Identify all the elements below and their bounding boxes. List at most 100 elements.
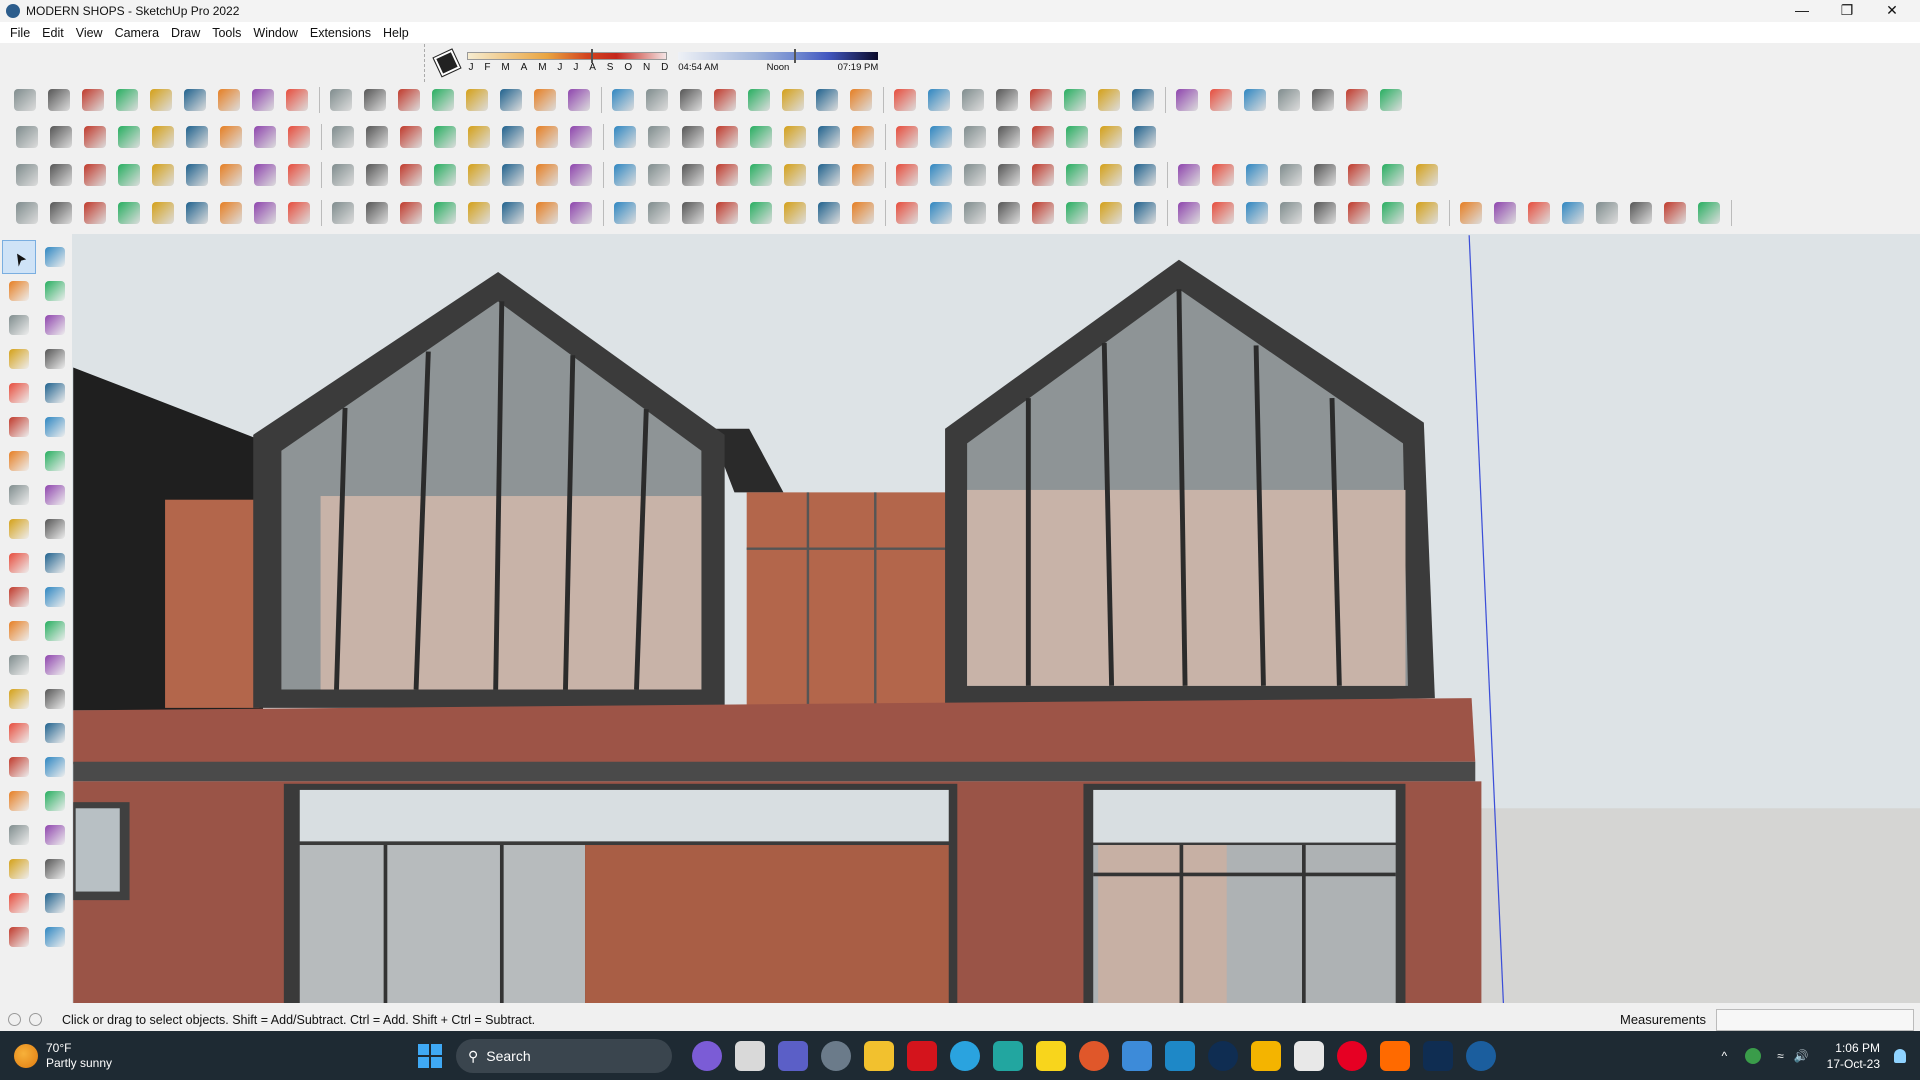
row3-tool-2-icon[interactable]	[78, 158, 112, 192]
row4-tool-1-icon[interactable]	[44, 196, 78, 230]
row3-tool-20-icon[interactable]	[642, 158, 676, 192]
row2-tool-19-icon[interactable]	[608, 120, 642, 154]
row1-tool-25-icon[interactable]	[810, 83, 844, 117]
time-slider-thumb[interactable]	[794, 49, 797, 63]
row2-tool-4-icon[interactable]	[146, 120, 180, 154]
row4-tool-53-icon[interactable]	[1692, 196, 1726, 230]
row3-tool-21-icon[interactable]	[676, 158, 710, 192]
row1-tool-14-icon[interactable]	[460, 83, 494, 117]
row4-tool-43-icon[interactable]	[1376, 196, 1410, 230]
zoom-extents-tool-icon[interactable]	[2, 784, 36, 818]
row2-tool-13-icon[interactable]	[428, 120, 462, 154]
row3-tool-32-icon[interactable]	[1026, 158, 1060, 192]
rotated-rectangle-tool-icon[interactable]	[38, 376, 72, 410]
row4-tool-22-icon[interactable]	[710, 196, 744, 230]
sandbox-3-tool-icon[interactable]	[2, 920, 36, 954]
row4-tool-0-icon[interactable]	[10, 196, 44, 230]
clock[interactable]: 1:06 PM 17-Oct-23	[1827, 1040, 1880, 1072]
start-button[interactable]	[418, 1044, 442, 1068]
row1-tool-10-icon[interactable]	[324, 83, 358, 117]
row3-tool-40-icon[interactable]	[1274, 158, 1308, 192]
row1-tool-37-icon[interactable]	[1170, 83, 1204, 117]
tape-measure-tool-icon[interactable]	[2, 614, 36, 648]
rotate-tool-icon[interactable]	[2, 546, 36, 580]
row2-tool-6-icon[interactable]	[214, 120, 248, 154]
row3-tool-12-icon[interactable]	[394, 158, 428, 192]
row4-tool-47-icon[interactable]	[1488, 196, 1522, 230]
row3-tool-23-icon[interactable]	[744, 158, 778, 192]
menu-camera[interactable]: Camera	[109, 26, 165, 40]
row4-tool-26-icon[interactable]	[846, 196, 880, 230]
row4-tool-35-icon[interactable]	[1128, 196, 1162, 230]
telegram-taskbar-icon[interactable]	[950, 1041, 980, 1071]
row4-tool-25-icon[interactable]	[812, 196, 846, 230]
file-explorer-taskbar-icon[interactable]	[864, 1041, 894, 1071]
row3-tool-43-icon[interactable]	[1376, 158, 1410, 192]
row4-tool-50-icon[interactable]	[1590, 196, 1624, 230]
row3-tool-44-icon[interactable]	[1410, 158, 1444, 192]
position-camera-tool-icon[interactable]	[2, 818, 36, 852]
walk-tool-icon[interactable]	[2, 852, 36, 886]
row4-tool-15-icon[interactable]	[496, 196, 530, 230]
row4-tool-7-icon[interactable]	[248, 196, 282, 230]
row4-tool-23-icon[interactable]	[744, 196, 778, 230]
time-slider[interactable]: 04:54 AM Noon 07:19 PM	[678, 46, 879, 80]
row3-tool-15-icon[interactable]	[496, 158, 530, 192]
row4-tool-6-icon[interactable]	[214, 196, 248, 230]
row1-tool-31-icon[interactable]	[990, 83, 1024, 117]
menu-help[interactable]: Help	[377, 26, 415, 40]
row1-tool-26-icon[interactable]	[844, 83, 878, 117]
row2-tool-17-icon[interactable]	[564, 120, 598, 154]
taskbar-search[interactable]: ⚲ Search	[456, 1039, 672, 1073]
row1-tool-34-icon[interactable]	[1092, 83, 1126, 117]
row4-tool-42-icon[interactable]	[1342, 196, 1376, 230]
sandbox-1-tool-icon[interactable]	[2, 886, 36, 920]
polygon-tool-icon[interactable]	[38, 410, 72, 444]
row1-tool-15-icon[interactable]	[494, 83, 528, 117]
date-slider-thumb[interactable]	[590, 49, 593, 63]
row2-tool-14-icon[interactable]	[462, 120, 496, 154]
soundcloud-taskbar-icon[interactable]	[1380, 1041, 1410, 1071]
row3-tool-1-icon[interactable]	[44, 158, 78, 192]
drive-taskbar-icon[interactable]	[1251, 1041, 1281, 1071]
network-app-icon[interactable]	[1745, 1047, 1762, 1064]
row4-tool-13-icon[interactable]	[428, 196, 462, 230]
row1-tool-21-icon[interactable]	[674, 83, 708, 117]
row2-tool-26-icon[interactable]	[846, 120, 880, 154]
row3-tool-24-icon[interactable]	[778, 158, 812, 192]
row3-tool-35-icon[interactable]	[1128, 158, 1162, 192]
row3-tool-25-icon[interactable]	[812, 158, 846, 192]
row1-tool-32-icon[interactable]	[1024, 83, 1058, 117]
row4-tool-46-icon[interactable]	[1454, 196, 1488, 230]
row4-tool-39-icon[interactable]	[1240, 196, 1274, 230]
row1-tool-35-icon[interactable]	[1126, 83, 1160, 117]
row1-tool-8-icon[interactable]	[280, 83, 314, 117]
wifi-icon[interactable]: ≈	[1777, 1049, 1784, 1063]
push-pull-tool-icon[interactable]	[38, 512, 72, 546]
row3-tool-30-icon[interactable]	[958, 158, 992, 192]
row2-tool-30-icon[interactable]	[958, 120, 992, 154]
row4-tool-51-icon[interactable]	[1624, 196, 1658, 230]
restore-button[interactable]: ❐	[1825, 0, 1869, 22]
row2-tool-5-icon[interactable]	[180, 120, 214, 154]
row4-tool-32-icon[interactable]	[1026, 196, 1060, 230]
row1-tool-11-icon[interactable]	[358, 83, 392, 117]
sandbox-2-tool-icon[interactable]	[38, 886, 72, 920]
row1-tool-22-icon[interactable]	[708, 83, 742, 117]
row1-tool-20-icon[interactable]	[640, 83, 674, 117]
text-tool-icon[interactable]	[38, 648, 72, 682]
rectangle-tool-icon[interactable]	[2, 376, 36, 410]
move-tool-icon[interactable]	[2, 512, 36, 546]
row3-tool-17-icon[interactable]	[564, 158, 598, 192]
row4-tool-34-icon[interactable]	[1094, 196, 1128, 230]
row3-tool-37-icon[interactable]	[1172, 158, 1206, 192]
row4-tool-41-icon[interactable]	[1308, 196, 1342, 230]
freehand-tool-icon[interactable]	[38, 342, 72, 376]
menu-view[interactable]: View	[70, 26, 109, 40]
row1-tool-41-icon[interactable]	[1306, 83, 1340, 117]
row4-tool-2-icon[interactable]	[78, 196, 112, 230]
row4-tool-37-icon[interactable]	[1172, 196, 1206, 230]
shadows-toggle-icon[interactable]	[432, 48, 462, 78]
row2-tool-31-icon[interactable]	[992, 120, 1026, 154]
row4-tool-20-icon[interactable]	[642, 196, 676, 230]
